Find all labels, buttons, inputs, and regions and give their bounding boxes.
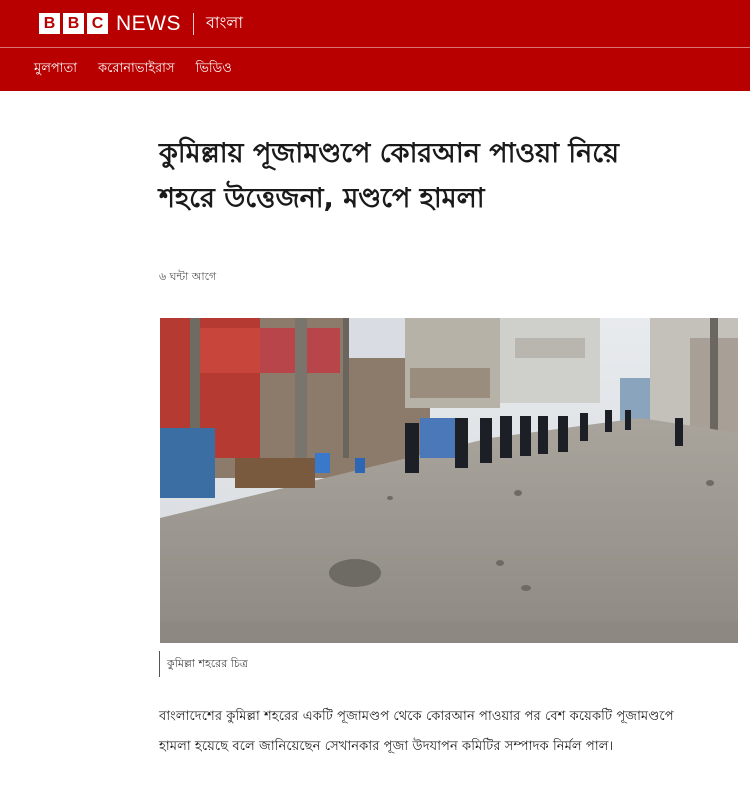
news-wordmark[interactable]: NEWS	[116, 12, 181, 36]
article-headline: কুমিল্লায় পূজামণ্ডপে কোরআন পাওয়া নিয়ে…	[159, 131, 739, 221]
headline-line-2: শহরে উত্তেজনা, মণ্ডপে হামলা	[159, 183, 485, 214]
bbc-logo-letter: B	[39, 13, 60, 34]
main-nav: মুলপাতা করোনাভাইরাস ভিডিও	[0, 47, 750, 91]
image-caption: কুমিল্লা শহরের চিত্র	[159, 651, 248, 677]
article-paragraph: বাংলাদেশের কুমিল্লা শহরের একটি পূজামণ্ডপ…	[159, 709, 674, 754]
headline-line-1: কুমিল্লায় পূজামণ্ডপে কোরআন পাওয়া নিয়ে	[159, 138, 620, 169]
article-photo[interactable]	[160, 318, 738, 643]
masthead-bar: B B C NEWS বাংলা	[0, 0, 750, 47]
nav-item-home[interactable]: মুলপাতা	[34, 59, 77, 80]
masthead-divider	[193, 12, 194, 35]
bbc-logo[interactable]: B B C	[39, 13, 108, 34]
street-scene-image	[160, 318, 738, 643]
language-label[interactable]: বাংলা	[206, 10, 243, 37]
bbc-logo-letter: B	[63, 13, 84, 34]
article: কুমিল্লায় পূজামণ্ডপে কোরআন পাওয়া নিয়ে…	[159, 91, 739, 287]
masthead: B B C NEWS বাংলা মুলপাতা করোনাভাইরাস ভিড…	[0, 0, 750, 91]
nav-item-video[interactable]: ভিডিও	[196, 59, 232, 80]
article-timestamp: ৬ ঘন্টা আগে	[159, 270, 217, 283]
bbc-logo-letter: C	[87, 13, 108, 34]
nav-item-coronavirus[interactable]: করোনাভাইরাস	[98, 59, 175, 80]
